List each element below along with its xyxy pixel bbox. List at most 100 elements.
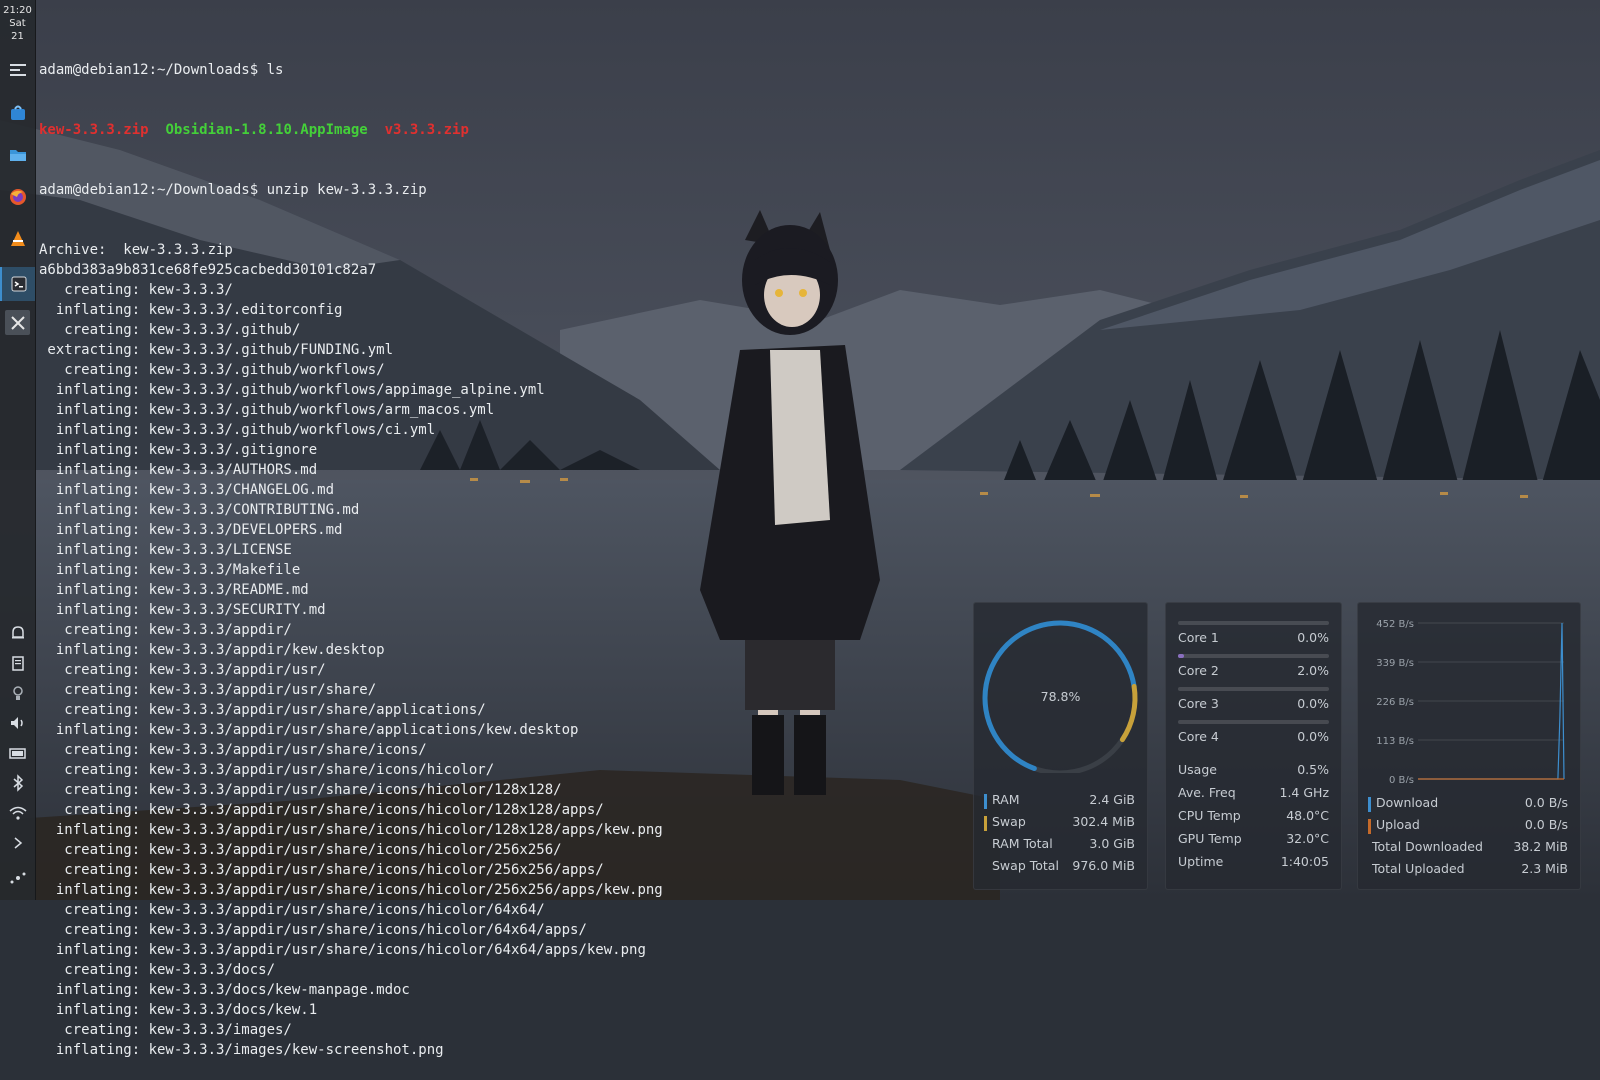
bluetooth-icon[interactable] bbox=[5, 770, 30, 795]
upload-color-mark bbox=[1368, 818, 1371, 834]
swap-color-mark bbox=[984, 815, 987, 831]
total-downloaded-row: Total Downloaded 38.2 MiB bbox=[1370, 836, 1568, 856]
terminal-line: creating: kew-3.3.3/appdir/usr/share/ico… bbox=[39, 802, 604, 818]
terminal-line: inflating: kew-3.3.3/appdir/usr/share/ic… bbox=[39, 882, 663, 898]
xsnow-icon[interactable] bbox=[5, 310, 30, 335]
battery-icon[interactable] bbox=[5, 740, 30, 765]
command: ls bbox=[266, 62, 284, 78]
y-tick-label: 113 B/s bbox=[1376, 736, 1414, 747]
terminal-line: inflating: kew-3.3.3/LICENSE bbox=[39, 542, 292, 558]
ram-color-mark bbox=[984, 793, 987, 809]
cpu-freq-value: 1.4 GHz bbox=[1279, 784, 1330, 800]
terminal-line: creating: kew-3.3.3/.github/workflows/ bbox=[39, 362, 385, 378]
terminal-line: adam@debian12:~/Downloads$ ls bbox=[39, 60, 663, 80]
gpu-temp-value: 32.0°C bbox=[1286, 830, 1329, 846]
upload-label: Upload bbox=[1376, 816, 1420, 832]
clipboard-icon[interactable] bbox=[5, 650, 30, 675]
clock-time: 21:20 bbox=[3, 5, 32, 16]
core-4-label: Core 4 bbox=[1178, 728, 1219, 744]
power-menu-icon[interactable] bbox=[5, 865, 30, 890]
volume-icon[interactable] bbox=[5, 710, 30, 735]
file-manager-icon[interactable] bbox=[5, 142, 30, 167]
cpu-usage-row: Usage 0.5% bbox=[1178, 759, 1329, 779]
core-3-row: Core 3 0.0% bbox=[1178, 693, 1329, 713]
terminal-icon[interactable] bbox=[0, 267, 35, 301]
terminal-line: creating: kew-3.3.3/ bbox=[39, 282, 233, 298]
terminal-line: inflating: kew-3.3.3/README.md bbox=[39, 582, 309, 598]
uptime-row: Uptime 1:40:05 bbox=[1178, 851, 1329, 871]
terminal-line: creating: kew-3.3.3/appdir/usr/share/ico… bbox=[39, 742, 427, 758]
terminal-line: creating: kew-3.3.3/.github/ bbox=[39, 322, 301, 338]
terminal-line: inflating: kew-3.3.3/SECURITY.md bbox=[39, 602, 326, 618]
y-tick-label: 452 B/s bbox=[1376, 619, 1414, 630]
clock-date: 21 bbox=[11, 31, 24, 42]
ram-total-label: RAM Total bbox=[992, 835, 1053, 851]
download-row: Download 0.0 B/s bbox=[1368, 792, 1568, 812]
core-4-bar bbox=[1178, 720, 1329, 724]
y-tick-label: 339 B/s bbox=[1376, 658, 1414, 669]
gpu-temp-row: GPU Temp 32.0°C bbox=[1178, 828, 1329, 848]
y-tick-label: 226 B/s bbox=[1376, 697, 1414, 708]
terminal-line: inflating: kew-3.3.3/appdir/usr/share/ic… bbox=[39, 942, 646, 958]
core-1-label: Core 1 bbox=[1178, 629, 1219, 645]
night-light-icon[interactable] bbox=[5, 680, 30, 705]
memory-gauge bbox=[982, 620, 1138, 773]
terminal-output[interactable]: adam@debian12:~/Downloads$ ls kew-3.3.3.… bbox=[39, 20, 663, 1080]
terminal-line: creating: kew-3.3.3/appdir/usr/share/ico… bbox=[39, 922, 587, 938]
ls-item-zip: v3.3.3.zip bbox=[384, 122, 469, 138]
unzip-output: Archive: kew-3.3.3.zip a6bbd383a9b831ce68… bbox=[39, 240, 663, 1060]
terminal-line: inflating: kew-3.3.3/.github/workflows/a… bbox=[39, 382, 545, 398]
ls-item-appimage: Obsidian-1.8.10.AppImage bbox=[165, 122, 368, 138]
uptime-value: 1:40:05 bbox=[1280, 853, 1329, 869]
core-2-label: Core 2 bbox=[1178, 662, 1219, 678]
cpu-freq-label: Ave. Freq bbox=[1178, 784, 1236, 800]
terminal-line: inflating: kew-3.3.3/.github/workflows/c… bbox=[39, 422, 436, 438]
core-2-bar bbox=[1178, 654, 1329, 658]
swap-value: 302.4 MiB bbox=[1072, 813, 1135, 829]
core-1-value: 0.0% bbox=[1297, 629, 1329, 645]
core-3-bar bbox=[1178, 687, 1329, 691]
terminal-line: creating: kew-3.3.3/appdir/usr/share/ico… bbox=[39, 862, 604, 878]
terminal-line: creating: kew-3.3.3/appdir/usr/share/ico… bbox=[39, 842, 562, 858]
terminal-line: inflating: kew-3.3.3/images/kew-screensh… bbox=[39, 1042, 444, 1058]
terminal-line: creating: kew-3.3.3/appdir/usr/share/ico… bbox=[39, 902, 545, 918]
prompt: adam@debian12:~/Downloads$ bbox=[39, 182, 267, 198]
wifi-icon[interactable] bbox=[5, 800, 30, 825]
command: unzip kew-3.3.3.zip bbox=[266, 182, 427, 198]
terminal-line: inflating: kew-3.3.3/docs/kew.1 bbox=[39, 1002, 318, 1018]
terminal-line: adam@debian12:~/Downloads$ unzip kew-3.3… bbox=[39, 180, 663, 200]
swap-total-row: Swap Total 976.0 MiB bbox=[986, 855, 1135, 875]
total-uploaded-row: Total Uploaded 2.3 MiB bbox=[1370, 858, 1568, 878]
taskbar-settings-icon[interactable] bbox=[5, 57, 30, 82]
ls-output: kew-3.3.3.zip Obsidian-1.8.10.AppImage v… bbox=[39, 120, 663, 140]
swap-row: Swap 302.4 MiB bbox=[984, 811, 1135, 831]
software-store-icon[interactable] bbox=[5, 100, 30, 125]
network-chart: 452 B/s 339 B/s 226 B/s 113 B/s 0 B/s bbox=[1376, 619, 1565, 783]
terminal-line: extracting: kew-3.3.3/.github/FUNDING.ym… bbox=[39, 342, 394, 358]
total-uploaded-label: Total Uploaded bbox=[1372, 860, 1465, 876]
core-4-row: Core 4 0.0% bbox=[1178, 726, 1329, 746]
y-tick-label: 0 B/s bbox=[1389, 775, 1414, 783]
total-downloaded-value: 38.2 MiB bbox=[1513, 838, 1568, 854]
core-3-value: 0.0% bbox=[1297, 695, 1329, 711]
cpu-freq-row: Ave. Freq 1.4 GHz bbox=[1178, 782, 1329, 802]
terminal-line: creating: kew-3.3.3/appdir/usr/ bbox=[39, 662, 326, 678]
terminal-line: creating: kew-3.3.3/appdir/ bbox=[39, 622, 292, 638]
terminal-line: inflating: kew-3.3.3/.github/workflows/a… bbox=[39, 402, 495, 418]
expand-tray-icon[interactable] bbox=[5, 830, 30, 855]
clock[interactable]: 21:20 Sat 21 bbox=[0, 4, 35, 43]
terminal-line: inflating: kew-3.3.3/CHANGELOG.md bbox=[39, 482, 335, 498]
vlc-icon[interactable] bbox=[5, 226, 30, 251]
firefox-icon[interactable] bbox=[5, 184, 30, 209]
notifications-icon[interactable] bbox=[5, 620, 30, 645]
ram-total-row: RAM Total 3.0 GiB bbox=[986, 833, 1135, 853]
terminal-line: creating: kew-3.3.3/images/ bbox=[39, 1022, 292, 1038]
terminal-line: creating: kew-3.3.3/appdir/usr/share/app… bbox=[39, 702, 486, 718]
terminal-line: a6bbd383a9b831ce68fe925cacbedd30101c82a7 bbox=[39, 262, 377, 278]
swap-total-value: 976.0 MiB bbox=[1072, 857, 1135, 873]
ram-value: 2.4 GiB bbox=[1089, 791, 1135, 807]
upload-row: Upload 0.0 B/s bbox=[1368, 814, 1568, 834]
cpu-temp-value: 48.0°C bbox=[1286, 807, 1329, 823]
terminal-line: creating: kew-3.3.3/docs/ bbox=[39, 962, 276, 978]
core-2-value: 2.0% bbox=[1297, 662, 1329, 678]
